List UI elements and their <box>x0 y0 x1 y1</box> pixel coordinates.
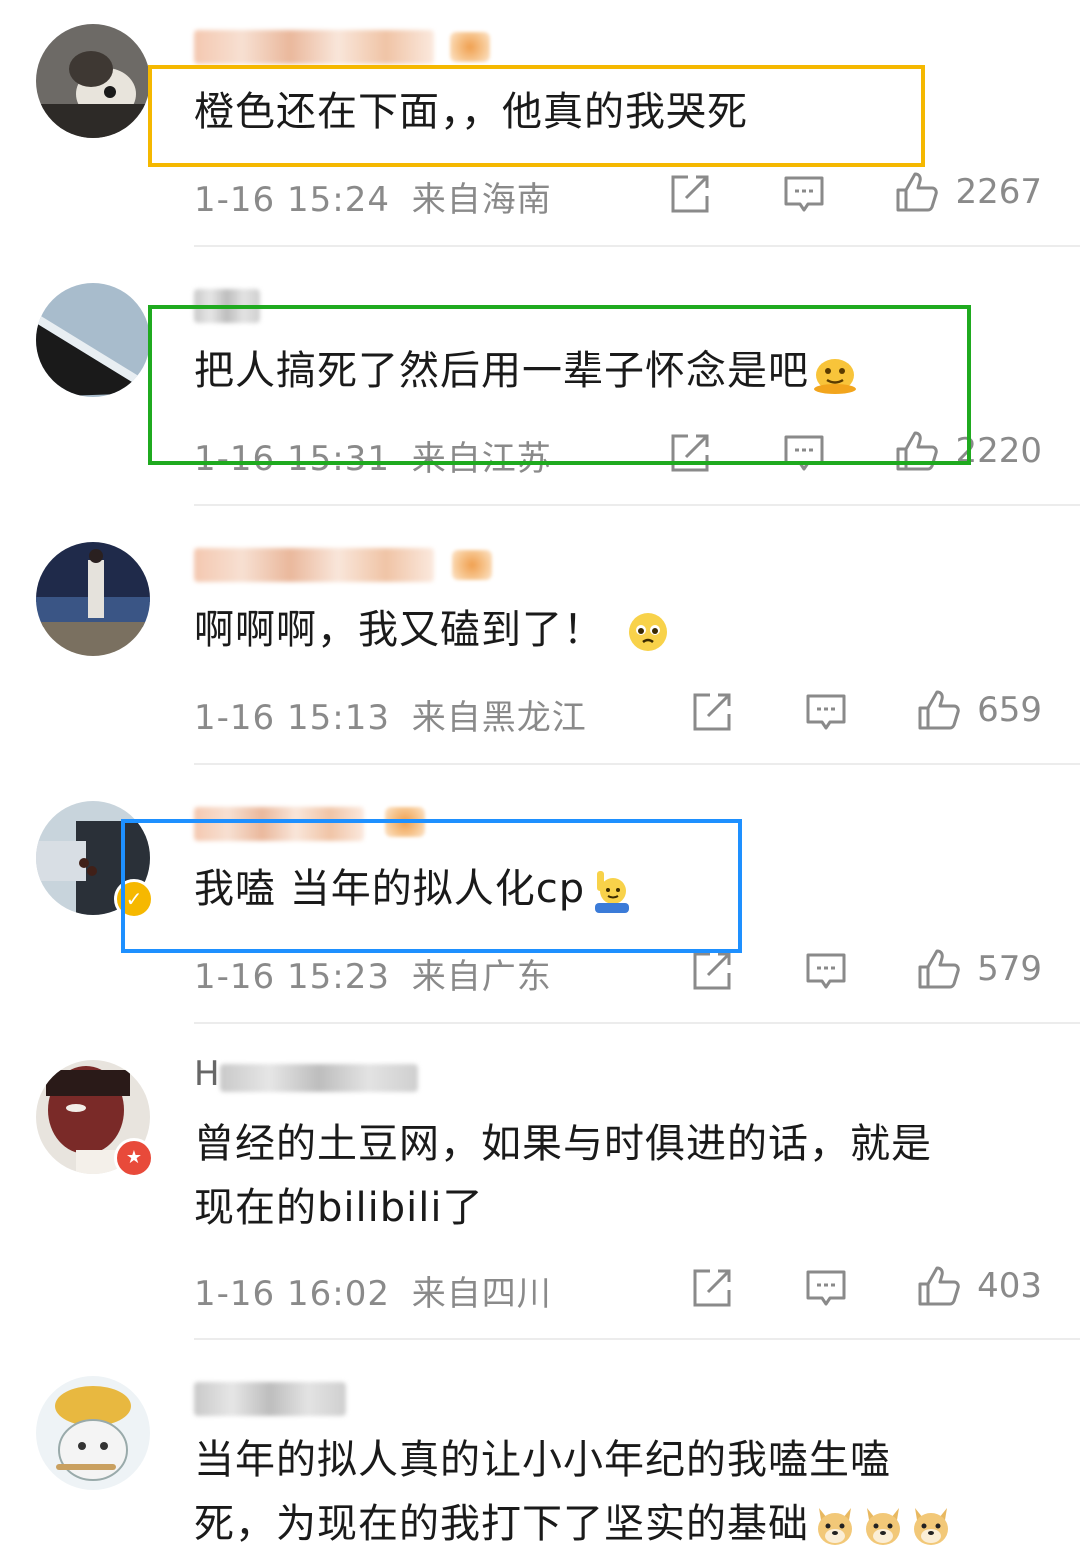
doge-emoji <box>909 1504 953 1548</box>
avatar[interactable] <box>36 542 150 656</box>
like-count: 659 <box>977 690 1042 730</box>
comment-time: 1-16 16:02 <box>194 1274 390 1314</box>
comment-meta: 1-16 15:24 来自海南 <box>194 172 552 221</box>
comment-time: 1-16 15:23 <box>194 957 390 997</box>
username-initial: H <box>194 1054 221 1094</box>
comment-item: 当年的拟人真的让小小年纪的我嗑生嗑 死，为现在的我打下了坚实的基础 <box>0 1340 1080 1558</box>
share-icon[interactable] <box>668 172 712 216</box>
thumbs-up-icon[interactable] <box>916 1264 960 1308</box>
comment-text-line: 现在的bilibili了 <box>194 1185 484 1231</box>
comment-time: 1-16 15:13 <box>194 698 390 738</box>
comment-text: 曾经的土豆网，如果与时俱进的话，就是 现在的bilibili了 <box>194 1112 932 1240</box>
comment-meta: 1-16 15:13 来自黑龙江 <box>194 690 587 739</box>
share-icon[interactable] <box>690 690 734 734</box>
like-count: 579 <box>977 949 1042 989</box>
comment-icon[interactable] <box>804 1266 848 1310</box>
username-blurred[interactable] <box>194 1382 346 1416</box>
user-badge-icon: ★ <box>114 1138 154 1178</box>
comment-text-line: 死，为现在的我打下了坚实的基础 <box>194 1501 809 1547</box>
avatar[interactable] <box>36 1376 150 1490</box>
user-badge <box>452 550 492 580</box>
share-icon[interactable] <box>690 949 734 993</box>
like-count: 2267 <box>955 172 1042 212</box>
highlight-box-green <box>148 305 971 465</box>
comment-item: ★ H 曾经的土豆网，如果与时俱进的话，就是 现在的bilibili了 1-16… <box>0 1024 1080 1340</box>
username-blurred[interactable] <box>220 1064 418 1092</box>
comment-location: 来自海南 <box>411 180 552 220</box>
comment-text-line: 啊啊啊，我又磕到了！ <box>194 607 604 653</box>
comment-text: 啊啊啊，我又磕到了！ <box>194 598 670 662</box>
comment-icon[interactable] <box>804 949 848 993</box>
user-badge <box>450 32 490 62</box>
share-icon[interactable] <box>690 1266 734 1310</box>
avatar[interactable] <box>36 283 150 397</box>
comment-location: 来自四川 <box>411 1274 552 1314</box>
avatar[interactable] <box>36 24 150 138</box>
comment-icon[interactable] <box>782 172 826 216</box>
comment-time: 1-16 15:24 <box>194 180 390 220</box>
comment-icon[interactable] <box>804 690 848 734</box>
thumbs-up-icon[interactable] <box>894 170 938 214</box>
doge-emoji <box>861 1504 905 1548</box>
comment-meta: 1-16 16:02 来自四川 <box>194 1266 552 1315</box>
comment-item: 啊啊啊，我又磕到了！ 1-16 15:13 来自黑龙江 659 <box>0 506 1080 765</box>
comment-text-line: 曾经的土豆网，如果与时俱进的话，就是 <box>194 1121 932 1167</box>
comment-location: 来自广东 <box>411 957 552 997</box>
thumbs-up-icon[interactable] <box>916 947 960 991</box>
username[interactable]: H <box>194 1052 221 1096</box>
comment-text-line: 当年的拟人真的让小小年纪的我嗑生嗑 <box>194 1437 891 1483</box>
thumbs-up-icon[interactable] <box>916 688 960 732</box>
comment-meta: 1-16 15:23 来自广东 <box>194 949 552 998</box>
comment-text: 当年的拟人真的让小小年纪的我嗑生嗑 死，为现在的我打下了坚实的基础 <box>194 1428 953 1556</box>
pleading-face-emoji <box>626 610 670 654</box>
highlight-box-orange <box>148 65 925 167</box>
comment-location: 来自黑龙江 <box>411 698 587 738</box>
username-blurred[interactable] <box>194 548 434 582</box>
doge-emoji <box>813 1504 857 1548</box>
username-blurred[interactable] <box>194 30 434 64</box>
like-count: 403 <box>977 1266 1042 1306</box>
highlight-box-blue <box>121 819 742 953</box>
